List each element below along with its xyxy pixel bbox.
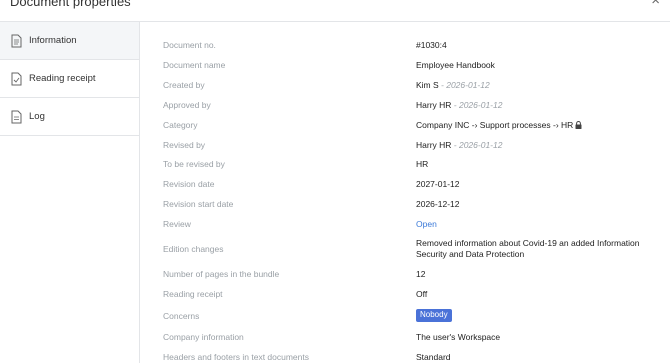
revised-by-name: Harry HR	[416, 140, 452, 150]
concerns-badge[interactable]: Nobody	[416, 309, 452, 322]
property-value: Harry HR - 2026-01-12	[416, 140, 670, 151]
revised-by-date: - 2026-01-12	[451, 140, 503, 150]
property-label: Revision date	[163, 179, 215, 189]
sidebar: Information Reading receipt Log	[0, 22, 140, 363]
property-label: Concerns	[163, 311, 200, 321]
sidebar-item-label: Reading receipt	[29, 73, 96, 84]
dialog-title: Document properties	[10, 0, 131, 9]
created-by-name: Kim S	[416, 80, 439, 90]
property-value: The user's Workspace	[416, 332, 501, 342]
property-value: Company INC -› Support processes -› HR	[416, 120, 670, 131]
review-open-link[interactable]: Open	[416, 219, 670, 230]
lock-icon	[575, 121, 582, 129]
dialog-header: Document properties ×	[0, 0, 670, 22]
property-label: Number of pages in the bundle	[163, 269, 280, 279]
properties-panel: Document no. #1030:4 Document name Emplo…	[140, 22, 670, 363]
property-value: #1030:4	[416, 40, 447, 50]
sidebar-item-log[interactable]: Log	[0, 98, 139, 136]
property-label: Revised by	[163, 140, 206, 150]
property-value: HR	[416, 159, 429, 169]
property-value: Nobody	[416, 309, 670, 322]
property-value: Removed information about Covid-19 an ad…	[416, 238, 640, 259]
approved-by-name: Harry HR	[416, 100, 452, 110]
property-value: 2026-12-12	[416, 199, 460, 209]
close-icon[interactable]: ×	[651, 0, 660, 8]
property-label: Revision start date	[163, 199, 234, 209]
property-value: Off	[416, 289, 428, 299]
property-value: Harry HR - 2026-01-12	[416, 100, 670, 111]
property-label: Approved by	[163, 100, 211, 110]
document-lines-icon	[11, 110, 22, 124]
property-value: 12	[416, 269, 426, 279]
document-check-icon	[11, 72, 22, 86]
sidebar-item-reading-receipt[interactable]: Reading receipt	[0, 60, 139, 98]
sidebar-item-label: Log	[29, 111, 45, 122]
sidebar-item-information[interactable]: Information	[0, 22, 139, 60]
property-value: Employee Handbook	[416, 60, 495, 70]
property-label: Document no.	[163, 40, 216, 50]
property-label: Category	[163, 120, 198, 130]
property-label: To be revised by	[163, 159, 225, 169]
property-value: Standard	[416, 352, 451, 362]
property-label: Reading receipt	[163, 289, 223, 299]
sidebar-item-label: Information	[29, 35, 77, 46]
property-label: Headers and footers in text documents	[163, 352, 309, 362]
approved-by-date: - 2026-01-12	[451, 100, 503, 110]
property-label: Edition changes	[163, 244, 224, 254]
created-by-date: - 2026-01-12	[438, 80, 490, 90]
property-label: Company information	[163, 332, 244, 342]
property-label: Document name	[163, 60, 226, 70]
property-label: Created by	[163, 80, 205, 90]
property-value: Kim S - 2026-01-12	[416, 80, 670, 91]
document-icon	[11, 34, 22, 48]
property-label: Review	[163, 219, 191, 229]
category-path: Company INC -› Support processes -› HR	[416, 120, 574, 130]
property-value: 2027-01-12	[416, 179, 460, 189]
